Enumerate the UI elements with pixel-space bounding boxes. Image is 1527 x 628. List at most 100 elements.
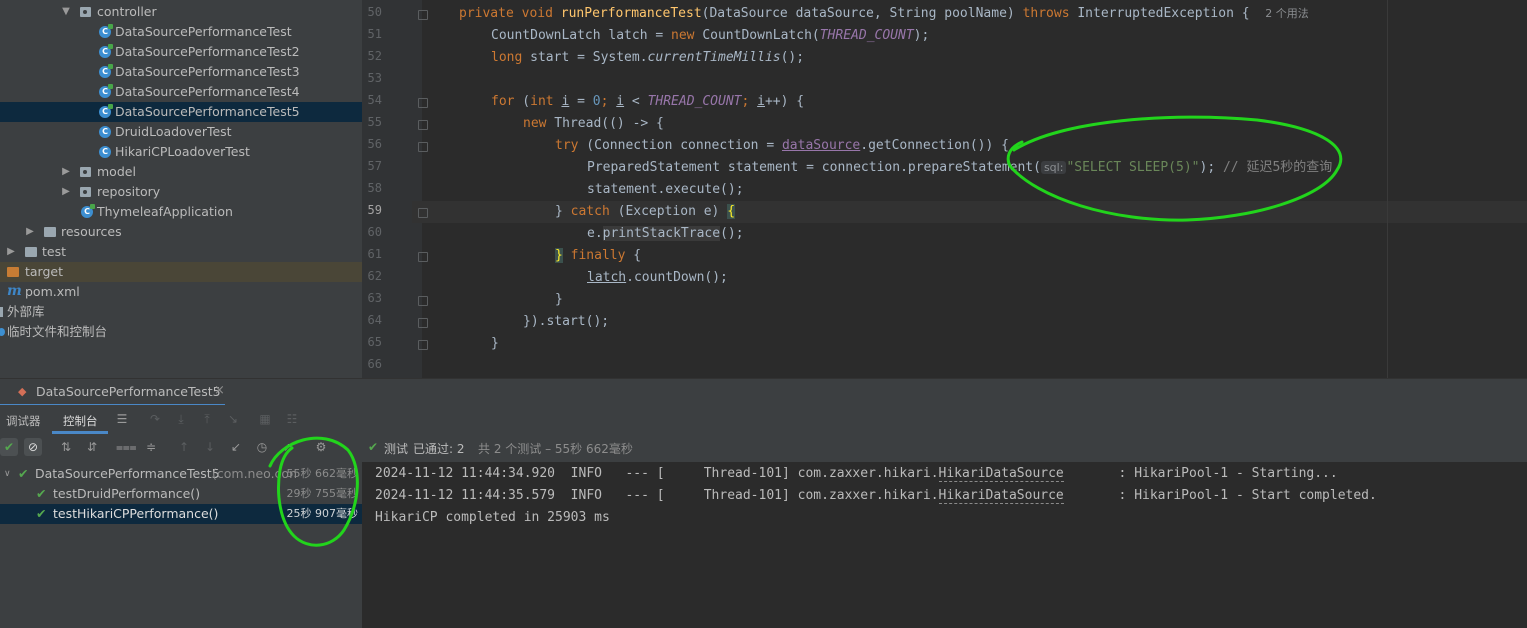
tab-console[interactable]: 控制台 [63,413,98,429]
tree-item-class[interactable]: C DataSourcePerformanceTest4 [0,82,362,102]
step-out-icon[interactable]: ⤒ [198,410,216,428]
class-icon: C [99,64,113,78]
code-editor[interactable]: 50 51 52 53 54 55 56 57 58 59 60 61 62 6… [362,0,1527,378]
chevron-right-icon[interactable]: ▶ [61,182,71,202]
tab-debugger[interactable]: 调试器 [6,413,41,429]
menu-icon[interactable]: ☰ [113,410,131,428]
tree-item-class[interactable]: C ThymeleafApplication [0,202,362,222]
resources-folder-icon [44,227,56,237]
usages-hint[interactable]: 2 个用法 [1265,7,1309,20]
tree-item-pom[interactable]: m pom.xml [0,282,362,302]
code-line-58[interactable]: statement.execute(); [587,179,744,201]
console-text: 2024-11-12 11:44:34.920 INFO --- [ Threa… [375,466,939,481]
code-line-63[interactable]: } [555,289,563,311]
tree-item-class[interactable]: C DruidLoadoverTest [0,122,362,142]
line-number: 53 [367,71,382,85]
variable: i [757,94,765,109]
status-prefix: 测试 [384,442,409,456]
next-failed-icon[interactable]: ↓ [201,438,219,456]
code-line-60[interactable]: e.printStackTrace(); [587,223,744,245]
collapse-all-icon[interactable]: ≑ [142,438,160,456]
fold-marker-icon[interactable] [418,142,428,152]
tree-item-class[interactable]: C DataSourcePerformanceTest [0,22,362,42]
show-passed-icon[interactable]: ✔ [0,438,18,456]
chevron-down-icon[interactable]: ∨ [4,464,11,484]
step-into-icon[interactable]: ⤓ [172,410,190,428]
passed-check-icon: ✔ [36,486,47,501]
code-text: ; [741,94,758,109]
tree-item-class[interactable]: C HikariCPLoadoverTest [0,142,362,162]
fold-marker-icon[interactable] [418,318,428,328]
code-line-62[interactable]: latch.countDown(); [587,267,728,289]
fold-marker-icon[interactable] [418,340,428,350]
code-line-61[interactable]: } finally { [555,245,641,267]
line-number: 54 [367,93,382,107]
tree-item-class[interactable]: C DataSourcePerformanceTest2 [0,42,362,62]
fold-marker-icon[interactable] [418,296,428,306]
passed-check-icon: ✔ [368,440,379,454]
previous-failed-icon[interactable]: ↑ [175,438,193,456]
import-tests-icon[interactable]: ↙ [227,438,245,456]
status-summary: 共 2 个测试 – 55秒 662毫秒 [478,442,633,456]
code-text: (DataSource dataSource, String poolName) [701,6,1023,21]
code-text: }).start(); [523,314,610,329]
tree-item-class-selected[interactable]: C DataSourcePerformanceTest5 [0,102,362,122]
tree-item-external-libraries[interactable]: 外部库 [0,302,362,322]
run-tab-title[interactable]: DataSourcePerformanceTest5 [36,384,221,399]
chevron-down-icon[interactable]: ▼ [61,2,71,22]
code-line-54[interactable]: for (int i = 0; i < THREAD_COUNT; i++) { [491,91,804,113]
test-status-bar: ✔ 测试 已通过: 2 共 2 个测试 – 55秒 662毫秒 [362,434,1527,462]
console-text: 2024-11-12 11:44:35.579 INFO --- [ Threa… [375,488,939,503]
tree-item-model[interactable]: ▶ model [0,162,362,182]
sort-alpha-icon[interactable]: ⇅ [57,438,75,456]
code-text: e. [587,226,603,241]
green-circle-annotation [268,436,359,547]
console-line: HikariCP completed in 25903 ms [375,510,610,525]
show-ignored-icon[interactable]: ⊘ [24,438,42,456]
close-icon[interactable]: × [214,383,225,398]
tree-item-controller[interactable]: ▼ controller [0,2,362,22]
fold-marker-icon[interactable] [418,120,428,130]
code-text: } [491,336,499,351]
sort-duration-icon[interactable]: ⇵ [83,438,101,456]
tree-item-target[interactable]: target [0,262,362,282]
test-results-tree: ∨ ✔ DataSourcePerformanceTest5 (com.neo.… [0,436,362,628]
chevron-right-icon[interactable]: ▶ [6,242,16,262]
tree-item-repository[interactable]: ▶ repository [0,182,362,202]
code-line-50[interactable]: private void runPerformanceTest(DataSour… [459,3,1309,25]
tree-item-test[interactable]: ▶ test [0,242,362,262]
code-line-56[interactable]: try (Connection connection = dataSource.… [555,135,1009,157]
chevron-right-icon[interactable]: ▶ [25,222,35,242]
console-class-link[interactable]: HikariDataSource [938,466,1064,482]
passed-check-icon: ✔ [36,506,47,521]
step-over-icon[interactable]: ↷ [146,410,164,428]
tree-item-class[interactable]: C DataSourcePerformanceTest3 [0,62,362,82]
folder-icon [25,247,37,257]
fold-marker-icon[interactable] [418,252,428,262]
chevron-right-icon[interactable]: ▶ [61,162,71,182]
code-line-65[interactable]: } [491,333,499,355]
code-text: } [555,204,571,219]
constant: THREAD_COUNT [819,28,914,43]
expand-all-icon[interactable]: ⩶ [116,438,137,456]
code-line-55[interactable]: new Thread(() -> { [523,113,664,135]
run-to-cursor-icon[interactable]: ↘ [224,410,242,428]
code-line-64[interactable]: }).start(); [523,311,609,333]
tree-item-resources[interactable]: ▶ resources [0,222,362,242]
package-icon [80,187,91,197]
field: dataSource [781,138,861,153]
line-number: 64 [367,313,382,327]
fold-marker-icon[interactable] [418,98,428,108]
code-line-59[interactable]: } catch (Exception e) { [555,201,736,223]
run-tabs-bar: 调试器 控制台 ☰ ↷ ⤓ ⤒ ↘ ▦ ☷ [0,405,1527,434]
library-icon [0,307,3,317]
code-line-51[interactable]: CountDownLatch latch = new CountDownLatc… [491,25,929,47]
console-output[interactable]: 2024-11-12 11:44:34.920 INFO --- [ Threa… [362,462,1527,628]
code-line-52[interactable]: long start = System.currentTimeMillis(); [491,47,804,69]
console-class-link[interactable]: HikariDataSource [938,488,1064,504]
code-text: < [624,94,648,109]
fold-marker-icon[interactable] [418,10,428,20]
method-name: runPerformanceTest [560,6,702,21]
fold-marker-icon[interactable] [418,208,428,218]
tree-item-scratches[interactable]: 临时文件和控制台 [0,322,362,342]
